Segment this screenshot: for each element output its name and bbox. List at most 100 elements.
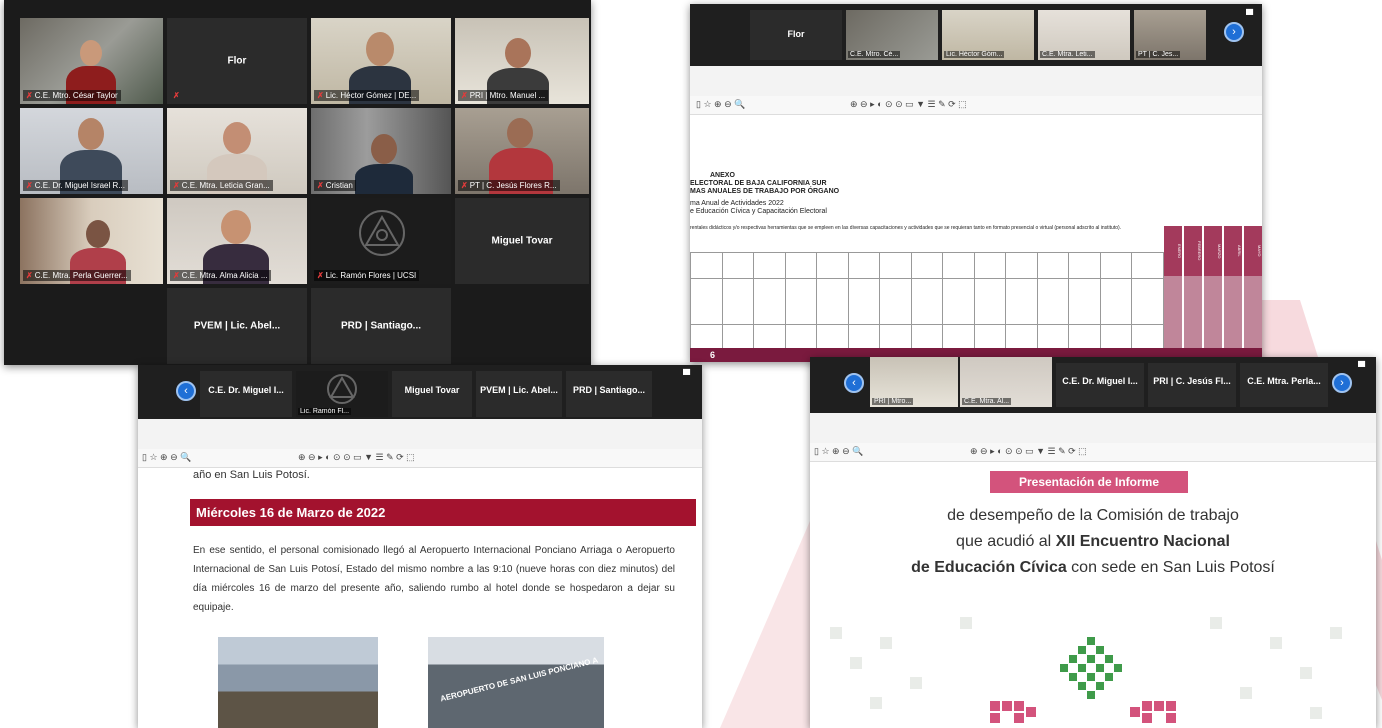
zoom-gallery-screenshot: ✗ C.E. Mtro. César Taylor Flor ✗ ✗ Lic. Hé…	[4, 0, 591, 365]
video-thumb[interactable]: PVEM | Lic. Abel...	[476, 371, 562, 417]
view-mode-icon[interactable]: ▀	[1358, 362, 1365, 373]
participant-name: Miguel Tovar	[491, 235, 553, 247]
next-page-icon[interactable]: ›	[1332, 373, 1352, 393]
pdf-toolbar: ▯ ☆ ⊕ ⊖ 🔍 ⊕ ⊖ ▸ ◐ ⊙ ⊙ ▭ ▼ ☰ ✎ ⟳ ⬚	[138, 449, 702, 468]
browser-bar	[138, 419, 702, 450]
airport-photo	[218, 637, 378, 728]
institution-logo-icon	[327, 374, 357, 404]
zoom-controls-icon[interactable]: ⊕ ⊖ ▸ ◐ ⊙ ⊙ ▭ ▼ ☰ ✎ ⟳ ⬚	[298, 452, 415, 463]
participant-strip: Flor C.E. Mtro. Cé... Lic. Héctor Góm...…	[690, 4, 1262, 66]
video-tile[interactable]: ✗ PT | C. Jesús Flores R...	[455, 108, 589, 194]
participant-name: Flor	[227, 55, 247, 67]
browser-bar	[810, 413, 1376, 444]
video-tile[interactable]: ✗ PRI | Mtro. Manuel ...	[455, 18, 589, 104]
participant-name: ✗ C.E. Dr. Miguel Israel R...	[23, 180, 128, 191]
institution-logo-icon	[359, 210, 405, 256]
video-tile[interactable]: ✗ C.E. Mtra. Perla Guerrer...	[20, 198, 163, 284]
participant-name: ✗ C.E. Mtra. Perla Guerrer...	[23, 270, 131, 281]
toolbar-icons[interactable]: ▯ ☆ ⊕ ⊖ 🔍	[142, 452, 191, 463]
muted-mic-icon: ✗	[173, 91, 180, 100]
cover-line-3: de Educación Cívica con sede en San Luis…	[911, 559, 1275, 576]
muted-mic-icon: ✗	[461, 181, 468, 190]
video-tile[interactable]: Miguel Tovar	[455, 198, 589, 284]
video-tile[interactable]: PVEM | Lic. Abel...	[167, 288, 307, 364]
video-tile[interactable]: ✗ C.E. Mtra. Alma Alicia ...	[167, 198, 307, 284]
body-paragraph: En ese sentido, el personal comisionado …	[193, 545, 675, 613]
video-tile[interactable]: PRD | Santiago...	[311, 288, 451, 364]
airport-sign-text: AEROPUERTO DE SAN LUIS PONCIANO A	[439, 655, 599, 704]
video-thumb[interactable]: PRI | C. Jesús Fl...	[1148, 363, 1236, 407]
video-thumb[interactable]: C.E. Mtra. Al...	[960, 357, 1052, 407]
previous-page-icon[interactable]: ‹	[176, 381, 196, 401]
participant-name: ✗ Cristian	[314, 180, 356, 191]
participant-name: ✗ PT | C. Jesús Flores R...	[458, 180, 560, 191]
participant-name: ✗ C.E. Mtro. César Taylor	[23, 90, 121, 101]
previous-paragraph-end: año en San Luis Potosí.	[193, 469, 310, 481]
video-thumb[interactable]: Lic. Ramón Fl...	[296, 371, 388, 417]
video-tile[interactable]: Flor ✗	[167, 18, 307, 104]
view-mode-icon[interactable]: ▀	[683, 370, 690, 381]
muted-mic-icon: ✗	[26, 271, 33, 280]
video-thumb[interactable]: C.E. Dr. Miguel I...	[1056, 363, 1144, 407]
participant-name: PRD | Santiago...	[340, 320, 422, 332]
muted-mic-icon: ✗	[26, 181, 33, 190]
pdf-toolbar: ▯ ☆ ⊕ ⊖ 🔍 ⊕ ⊖ ▸ ◐ ⊙ ⊙ ▭ ▼ ☰ ✎ ⟳ ⬚	[810, 443, 1376, 462]
muted-mic-icon: ✗	[26, 91, 33, 100]
page-number: 6	[710, 350, 716, 360]
participant-strip: ‹ C.E. Dr. Miguel I... Lic. Ramón Fl... …	[138, 365, 702, 419]
month-header: MARZO	[1204, 226, 1222, 276]
video-thumb[interactable]: PRI | Mtro...	[870, 357, 958, 407]
muted-mic-icon: ✗	[317, 181, 324, 190]
participant-name: ✗ PRI | Mtro. Manuel ...	[458, 90, 549, 101]
presentation-badge: Presentación de Informe	[990, 471, 1188, 493]
toolbar-icons[interactable]: ▯ ☆ ⊕ ⊖ 🔍	[814, 446, 863, 457]
cover-line-2: que acudió al XII Encuentro Nacional	[956, 533, 1230, 550]
participant-strip: ‹ PRI | Mtro... C.E. Mtra. Al... C.E. Dr…	[810, 357, 1376, 413]
video-tile[interactable]: ✗ Lic. Héctor Gómez | DE...	[311, 18, 451, 104]
participant-name: ✗ C.E. Mtra. Alma Alicia ...	[170, 270, 271, 281]
video-thumb[interactable]: Flor	[750, 10, 842, 60]
month-cells	[1164, 276, 1262, 348]
pdf-cover-screenshot: ‹ PRI | Mtro... C.E. Mtra. Al... C.E. Dr…	[810, 357, 1376, 728]
video-tile[interactable]: ✗ C.E. Dr. Miguel Israel R...	[20, 108, 163, 194]
next-page-icon[interactable]: ›	[1224, 22, 1244, 42]
video-tile[interactable]: ✗ Cristian	[311, 108, 451, 194]
airport-sign-photo: AEROPUERTO DE SAN LUIS PONCIANO A	[428, 637, 604, 728]
view-mode-icon[interactable]: ▀	[1246, 10, 1253, 21]
month-header: FEBRERO	[1184, 226, 1202, 276]
muted-mic-icon: ✗	[173, 181, 180, 190]
video-thumb[interactable]: Miguel Tovar	[392, 371, 472, 417]
video-tile[interactable]: ✗ Lic. Ramón Flores | UCSI	[311, 198, 451, 284]
pdf-toolbar: ▯ ☆ ⊕ ⊖ 🔍 ⊕ ⊖ ▸ ◐ ⊙ ⊙ ▭ ▼ ☰ ✎ ⟳ ⬚	[690, 96, 1262, 115]
participant-name: PVEM | Lic. Abel...	[193, 320, 281, 332]
video-thumb[interactable]: C.E. Mtro. Cé...	[846, 10, 938, 60]
muted-mic-icon: ✗	[173, 271, 180, 280]
toolbar-icons[interactable]: ▯ ☆ ⊕ ⊖ 🔍	[696, 99, 745, 110]
video-thumb[interactable]: Lic. Héctor Góm...	[942, 10, 1034, 60]
participant-name: ✗ Lic. Ramón Flores | UCSI	[314, 270, 420, 281]
video-thumb[interactable]: PRD | Santiago...	[566, 371, 652, 417]
month-header: ABRIL	[1224, 226, 1242, 276]
muted-mic-icon: ✗	[461, 91, 468, 100]
muted-mic-icon: ✗	[317, 271, 324, 280]
zoom-controls-icon[interactable]: ⊕ ⊖ ▸ ◐ ⊙ ⊙ ▭ ▼ ☰ ✎ ⟳ ⬚	[970, 446, 1087, 457]
video-thumb[interactable]: C.E. Dr. Miguel I...	[200, 371, 292, 417]
video-tile[interactable]: ✗ C.E. Mtra. Leticia Gran...	[167, 108, 307, 194]
decorative-pixel-pattern	[830, 617, 1342, 723]
month-header: ENERO	[1164, 226, 1182, 276]
activities-table	[690, 252, 1164, 357]
muted-mic-icon: ✗	[317, 91, 324, 100]
previous-page-icon[interactable]: ‹	[844, 373, 864, 393]
annex-header: ANEXO ELECTORAL DE BAJA CALIFORNIA SUR M…	[690, 172, 1122, 231]
participant-name: ✗ Lic. Héctor Gómez | DE...	[314, 90, 420, 101]
browser-bar	[690, 66, 1262, 97]
video-tile[interactable]: ✗ C.E. Mtro. César Taylor	[20, 18, 163, 104]
zoom-controls-icon[interactable]: ⊕ ⊖ ▸ ◐ ⊙ ⊙ ▭ ▼ ☰ ✎ ⟳ ⬚	[850, 99, 967, 110]
video-thumb[interactable]: C.E. Mtra. Leti...	[1038, 10, 1130, 60]
pdf-table-screenshot: Flor C.E. Mtro. Cé... Lic. Héctor Góm...…	[690, 4, 1262, 362]
date-heading: Miércoles 16 de Marzo de 2022	[190, 499, 696, 526]
video-thumb[interactable]: PT | C. Jes...	[1134, 10, 1206, 60]
video-thumb[interactable]: C.E. Mtra. Perla...	[1240, 363, 1328, 407]
participant-name: ✗ C.E. Mtra. Leticia Gran...	[170, 180, 273, 191]
pdf-report-screenshot: ‹ C.E. Dr. Miguel I... Lic. Ramón Fl... …	[138, 365, 702, 728]
